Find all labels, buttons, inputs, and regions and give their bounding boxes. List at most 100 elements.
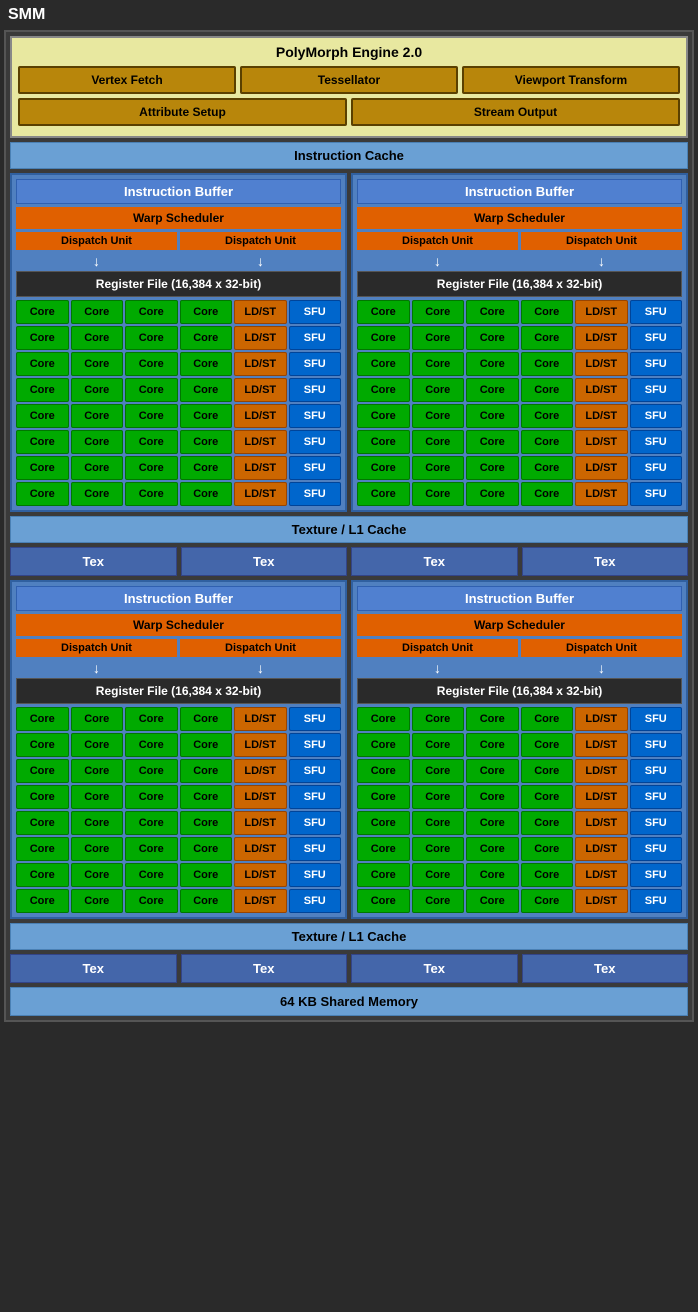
sfu: SFU bbox=[630, 404, 683, 428]
sm-pair-2: Instruction Buffer Warp Scheduler Dispat… bbox=[10, 580, 688, 919]
core: Core bbox=[412, 482, 465, 506]
ldst: LD/ST bbox=[575, 707, 628, 731]
core: Core bbox=[71, 352, 124, 376]
core: Core bbox=[71, 326, 124, 350]
dispatch-unit-2b: Dispatch Unit bbox=[521, 232, 682, 250]
core: Core bbox=[71, 785, 124, 809]
tex-unit-2d: Tex bbox=[522, 954, 689, 983]
core: Core bbox=[521, 300, 574, 324]
dispatch-unit-3a: Dispatch Unit bbox=[16, 639, 177, 657]
attribute-setup: Attribute Setup bbox=[18, 98, 347, 126]
core: Core bbox=[180, 326, 233, 350]
core: Core bbox=[180, 482, 233, 506]
sfu: SFU bbox=[289, 889, 342, 913]
core: Core bbox=[357, 785, 410, 809]
sfu: SFU bbox=[289, 733, 342, 757]
outer-wrapper: PolyMorph Engine 2.0 Vertex Fetch Tessel… bbox=[4, 30, 694, 1022]
core: Core bbox=[125, 785, 178, 809]
shared-memory: 64 KB Shared Memory bbox=[10, 987, 688, 1016]
viewport-transform: Viewport Transform bbox=[462, 66, 680, 94]
sfu: SFU bbox=[289, 352, 342, 376]
reg-file-1: Register File (16,384 x 32-bit) bbox=[16, 271, 341, 297]
core: Core bbox=[71, 707, 124, 731]
core: Core bbox=[16, 863, 69, 887]
core: Core bbox=[466, 811, 519, 835]
core: Core bbox=[71, 889, 124, 913]
cores-row-2-3: Core Core Core Core LD/ST SFU bbox=[357, 352, 682, 376]
cores-row-4-4: Core Core Core Core LD/ST SFU bbox=[357, 785, 682, 809]
sfu: SFU bbox=[630, 352, 683, 376]
core: Core bbox=[180, 785, 233, 809]
core: Core bbox=[16, 759, 69, 783]
tex-unit-2c: Tex bbox=[351, 954, 518, 983]
core: Core bbox=[412, 707, 465, 731]
arrow-2a: ↓ bbox=[357, 253, 518, 269]
cores-row-1-8: Core Core Core Core LD/ST SFU bbox=[16, 482, 341, 506]
dispatch-row-2: Dispatch Unit Dispatch Unit bbox=[357, 232, 682, 250]
reg-file-3: Register File (16,384 x 32-bit) bbox=[16, 678, 341, 704]
sfu: SFU bbox=[289, 863, 342, 887]
smm-label: SMM bbox=[0, 0, 698, 30]
ldst: LD/ST bbox=[234, 733, 287, 757]
core: Core bbox=[71, 300, 124, 324]
sfu: SFU bbox=[289, 326, 342, 350]
arrow-3a: ↓ bbox=[16, 660, 177, 676]
core: Core bbox=[466, 326, 519, 350]
ldst: LD/ST bbox=[234, 707, 287, 731]
core: Core bbox=[466, 889, 519, 913]
sfu: SFU bbox=[630, 759, 683, 783]
core: Core bbox=[16, 811, 69, 835]
cores-row-3-2: Core Core Core Core LD/ST SFU bbox=[16, 733, 341, 757]
warp-scheduler-1: Warp Scheduler bbox=[16, 207, 341, 229]
ldst: LD/ST bbox=[575, 404, 628, 428]
core: Core bbox=[521, 785, 574, 809]
instr-buffer-2: Instruction Buffer bbox=[357, 179, 682, 204]
reg-file-4: Register File (16,384 x 32-bit) bbox=[357, 678, 682, 704]
sfu: SFU bbox=[630, 863, 683, 887]
dispatch-unit-4a: Dispatch Unit bbox=[357, 639, 518, 657]
core: Core bbox=[71, 456, 124, 480]
cores-row-2-1: Core Core Core Core LD/ST SFU bbox=[357, 300, 682, 324]
cores-row-4-6: Core Core Core Core LD/ST SFU bbox=[357, 837, 682, 861]
sfu: SFU bbox=[630, 326, 683, 350]
sfu: SFU bbox=[630, 811, 683, 835]
ldst: LD/ST bbox=[234, 378, 287, 402]
core: Core bbox=[466, 352, 519, 376]
ldst: LD/ST bbox=[234, 837, 287, 861]
cores-row-3-6: Core Core Core Core LD/ST SFU bbox=[16, 837, 341, 861]
core: Core bbox=[521, 352, 574, 376]
cores-row-2-5: Core Core Core Core LD/ST SFU bbox=[357, 404, 682, 428]
core: Core bbox=[466, 456, 519, 480]
core: Core bbox=[71, 378, 124, 402]
cores-row-3-5: Core Core Core Core LD/ST SFU bbox=[16, 811, 341, 835]
core: Core bbox=[16, 300, 69, 324]
core: Core bbox=[466, 378, 519, 402]
core: Core bbox=[412, 300, 465, 324]
ldst: LD/ST bbox=[234, 456, 287, 480]
core: Core bbox=[521, 326, 574, 350]
core: Core bbox=[180, 707, 233, 731]
cores-row-4-8: Core Core Core Core LD/ST SFU bbox=[357, 889, 682, 913]
ldst: LD/ST bbox=[234, 759, 287, 783]
core: Core bbox=[16, 326, 69, 350]
core: Core bbox=[466, 785, 519, 809]
core: Core bbox=[16, 889, 69, 913]
cores-row-1-7: Core Core Core Core LD/ST SFU bbox=[16, 456, 341, 480]
core: Core bbox=[521, 456, 574, 480]
core: Core bbox=[16, 352, 69, 376]
dispatch-unit-4b: Dispatch Unit bbox=[521, 639, 682, 657]
arrow-1b: ↓ bbox=[180, 253, 341, 269]
core: Core bbox=[71, 733, 124, 757]
cores-row-4-2: Core Core Core Core LD/ST SFU bbox=[357, 733, 682, 757]
ldst: LD/ST bbox=[575, 733, 628, 757]
core: Core bbox=[180, 404, 233, 428]
core: Core bbox=[125, 300, 178, 324]
core: Core bbox=[125, 378, 178, 402]
core: Core bbox=[357, 863, 410, 887]
cores-row-4-1: Core Core Core Core LD/ST SFU bbox=[357, 707, 682, 731]
cores-row-3-7: Core Core Core Core LD/ST SFU bbox=[16, 863, 341, 887]
sfu: SFU bbox=[630, 456, 683, 480]
sfu: SFU bbox=[630, 482, 683, 506]
arrow-3b: ↓ bbox=[180, 660, 341, 676]
core: Core bbox=[412, 378, 465, 402]
